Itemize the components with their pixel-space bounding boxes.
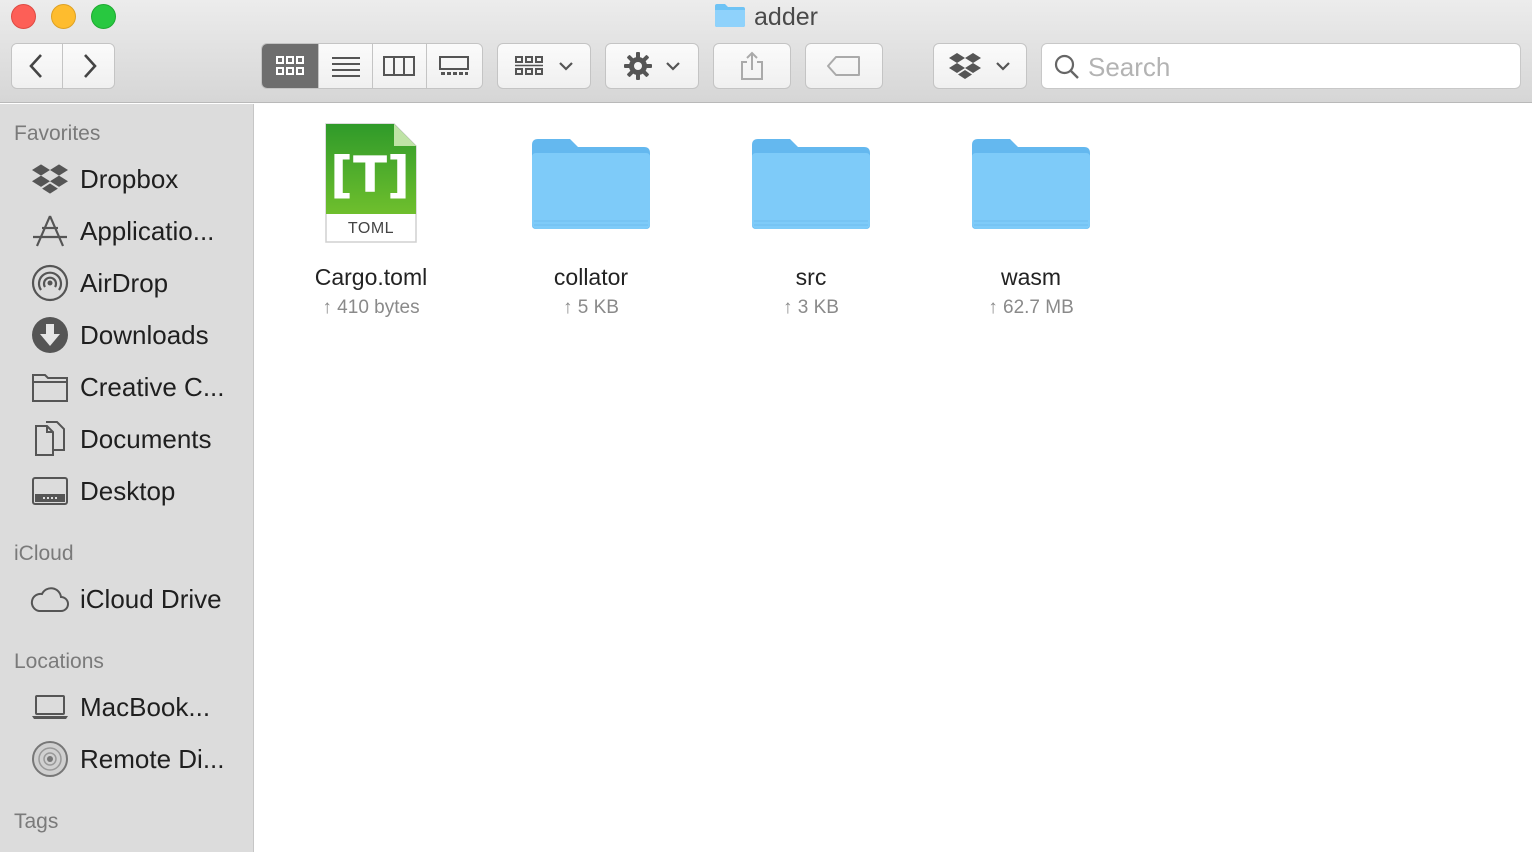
search-icon <box>1054 54 1079 79</box>
search-input[interactable] <box>1088 50 1508 84</box>
sidebar-item-label: Desktop <box>80 475 176 506</box>
icon-view-button[interactable] <box>262 44 320 88</box>
applications-icon <box>30 211 70 251</box>
downloads-icon <box>30 315 70 355</box>
sidebar-section-icloud: iCloud <box>14 542 74 565</box>
grid-icon <box>276 56 305 75</box>
dropbox-icon <box>949 53 981 79</box>
sidebar-item-desktop[interactable]: Desktop <box>0 467 253 515</box>
gallery-icon <box>439 56 470 75</box>
laptop-icon <box>30 687 70 727</box>
folder-icon <box>721 118 901 248</box>
file-size: ↑ 62.7 MB <box>988 297 1074 318</box>
sidebar-item-label: Remote Di... <box>80 743 225 774</box>
list-view-button[interactable] <box>319 44 373 88</box>
file-name: src <box>795 264 827 290</box>
sidebar-item-documents[interactable]: Documents <box>0 415 253 463</box>
list-icon <box>331 57 360 77</box>
file-type-badge: TOML <box>347 220 395 237</box>
navigation-buttons <box>11 43 115 89</box>
sidebar-section-favorites: Favorites <box>14 122 101 145</box>
chevron-down-icon <box>666 62 680 71</box>
file-item-collator[interactable]: collator ↑ 5 KB <box>501 118 681 319</box>
file-browser: [T] TOML Cargo.toml ↑ 410 bytes collator… <box>254 104 1532 852</box>
sidebar-item-label: MacBook... <box>80 691 211 722</box>
finder-window: adder Search Favorites Dropbox Applicati… <box>0 0 1532 852</box>
sidebar-item-label: Creative C... <box>80 371 225 402</box>
view-mode-control <box>261 43 483 89</box>
chevron-left-icon <box>29 54 42 78</box>
share-button[interactable] <box>713 43 791 89</box>
folder-icon <box>30 367 70 407</box>
file-item-src[interactable]: src ↑ 3 KB <box>721 118 901 319</box>
back-button[interactable] <box>12 44 64 88</box>
documents-icon <box>30 419 70 459</box>
window-title-text: adder <box>754 3 818 31</box>
file-name: collator <box>553 264 629 290</box>
sidebar-item-macbook[interactable]: MacBook... <box>0 683 253 731</box>
group-by-button[interactable] <box>497 43 591 89</box>
sidebar-item-downloads[interactable]: Downloads <box>0 311 253 359</box>
column-view-button[interactable] <box>373 44 427 88</box>
desktop-icon <box>30 471 70 511</box>
share-icon <box>741 51 763 80</box>
sidebar-item-label: AirDrop <box>80 267 169 298</box>
window-title: adder <box>0 2 1532 35</box>
cloud-icon <box>30 579 70 619</box>
sidebar-item-label: Applicatio... <box>80 215 215 246</box>
sidebar-item-label: Downloads <box>80 319 209 350</box>
sidebar-item-label: Dropbox <box>80 163 179 194</box>
sidebar: Favorites Dropbox Applicatio... AirDrop … <box>0 104 254 852</box>
columns-icon <box>383 56 416 76</box>
sidebar-item-label: iCloud Drive <box>80 583 222 614</box>
sidebar-section-locations: Locations <box>14 650 104 673</box>
file-size: ↑ 3 KB <box>783 297 839 318</box>
sidebar-item-applications[interactable]: Applicatio... <box>0 207 253 255</box>
folder-icon <box>501 118 681 248</box>
search-field[interactable] <box>1041 43 1521 89</box>
forward-button[interactable] <box>63 44 114 88</box>
dropbox-menu-button[interactable] <box>933 43 1027 89</box>
toml-file-icon: [T] TOML <box>281 118 461 248</box>
airdrop-icon <box>30 263 70 303</box>
disc-icon <box>30 739 70 779</box>
sidebar-item-dropbox[interactable]: Dropbox <box>0 155 253 203</box>
gear-icon <box>624 52 652 80</box>
gallery-view-button[interactable] <box>426 44 482 88</box>
file-name: Cargo.toml <box>314 264 428 290</box>
group-icon <box>515 56 543 75</box>
file-size: ↑ 5 KB <box>563 297 619 318</box>
action-menu-button[interactable] <box>605 43 699 89</box>
file-item-wasm[interactable]: wasm ↑ 62.7 MB <box>941 118 1121 319</box>
dropbox-icon <box>30 159 70 199</box>
chevron-right-icon <box>83 54 97 78</box>
file-name: wasm <box>1000 264 1062 290</box>
file-size: ↑ 410 bytes <box>322 297 420 318</box>
svg-text:[T]: [T] <box>330 146 410 204</box>
chevron-down-icon <box>559 62 573 71</box>
tag-icon <box>827 56 860 76</box>
chevron-down-icon <box>996 62 1010 71</box>
sidebar-item-creative-cloud[interactable]: Creative C... <box>0 363 253 411</box>
sidebar-item-remote-disc[interactable]: Remote Di... <box>0 735 253 783</box>
sidebar-item-label: Documents <box>80 423 212 454</box>
folder-icon <box>714 2 746 35</box>
toolbar: adder <box>0 0 1532 103</box>
sidebar-item-icloud-drive[interactable]: iCloud Drive <box>0 575 253 623</box>
file-item-cargo-toml[interactable]: [T] TOML Cargo.toml ↑ 410 bytes <box>281 118 461 319</box>
sidebar-item-airdrop[interactable]: AirDrop <box>0 259 253 307</box>
sidebar-section-tags: Tags <box>14 810 59 833</box>
folder-icon <box>941 118 1121 248</box>
edit-tags-button[interactable] <box>805 43 883 89</box>
